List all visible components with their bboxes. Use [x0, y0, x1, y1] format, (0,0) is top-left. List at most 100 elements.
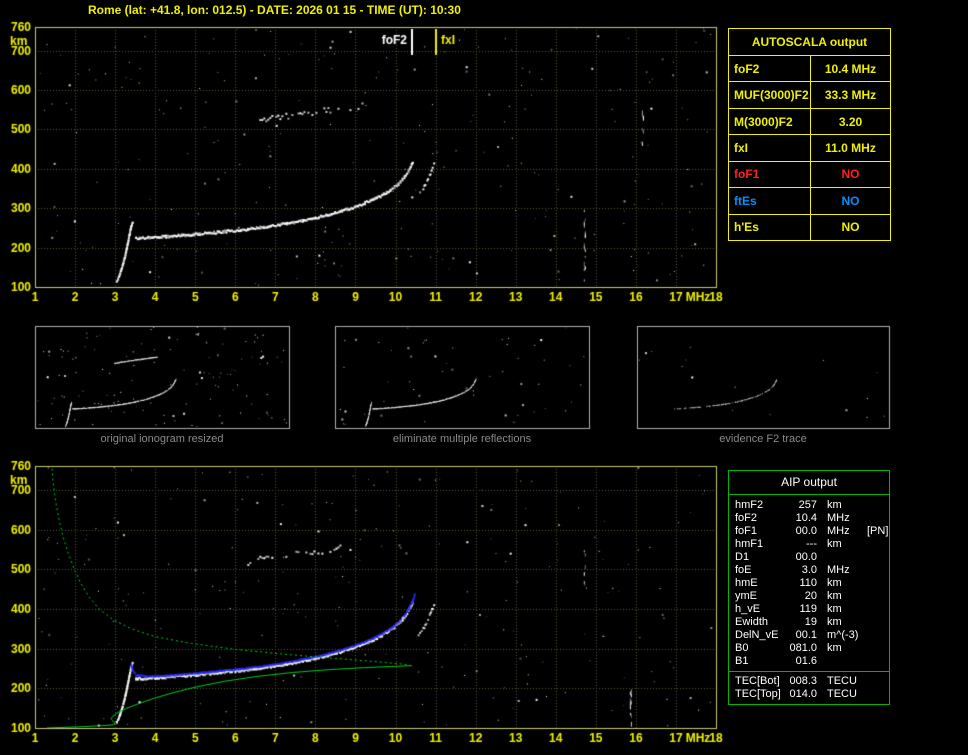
parameter-label: B0: [735, 642, 749, 654]
table-row: foF2 10.4 MHz: [729, 512, 889, 525]
table-row: hmF2 257 km: [729, 499, 889, 512]
parameter-note: [867, 603, 889, 616]
parameter-note: [867, 551, 889, 564]
parameter-value: 33.3 MHz: [824, 88, 877, 103]
parameter-value: NO: [841, 193, 860, 208]
table-row: B0 081.0 km: [729, 642, 889, 655]
parameter-unit: km: [827, 603, 842, 615]
parameter-note: [867, 616, 889, 629]
table-row: B1 01.6: [729, 655, 889, 668]
parameter-label: foF2: [735, 512, 758, 524]
autoscala-screen: { "header": { "title": "Rome (lat: +41.8…: [0, 0, 968, 755]
parameter-label: TEC[Bot]: [735, 675, 780, 687]
parameter-value: 01.6: [795, 655, 817, 667]
table-row: TEC[Top] 014.0 TECU: [729, 688, 889, 701]
parameter-label: DelN_vE: [735, 629, 779, 641]
autoscala-table-title: AUTOSCALA output: [729, 29, 890, 56]
parameter-note: [867, 577, 889, 590]
parameter-value: 10.4 MHz: [824, 61, 877, 76]
parameter-value: 10.4: [795, 512, 817, 524]
thumbnail-caption-original: original ionogram resized: [100, 433, 224, 445]
table-row: h_vE 119 km: [729, 603, 889, 616]
parameter-note: [867, 688, 889, 701]
parameter-unit: MHz: [827, 564, 850, 576]
table-row: foF1 NO: [729, 161, 890, 189]
parameter-value: 3.20: [838, 114, 863, 129]
parameter-note: [867, 512, 889, 525]
parameter-value: NO: [841, 167, 860, 182]
thumbnail-f2-trace-evidence: [637, 326, 889, 428]
parameter-value: 257: [798, 499, 817, 511]
parameter-value: 014.0: [789, 688, 817, 700]
thumbnail-original-ionogram: [35, 326, 289, 428]
parameter-unit: MHz: [827, 525, 850, 537]
table-row: M(3000)F2 3.20: [729, 108, 890, 136]
parameter-unit: TECU: [827, 688, 857, 700]
parameter-label: TEC[Top]: [735, 688, 781, 700]
parameter-unit: km: [827, 616, 842, 628]
table-row: fxI 11.0 MHz: [729, 135, 890, 162]
parameter-label: fxI: [729, 135, 811, 161]
thumbnail-caption-evidence-f2: evidence F2 trace: [719, 433, 807, 445]
parameter-unit: km: [827, 577, 842, 589]
parameter-note: [867, 564, 889, 577]
parameter-value: 119: [799, 603, 817, 615]
bottom-ionogram-profile-plot: [35, 466, 716, 728]
table-row: Ewidth 19 km: [729, 616, 889, 629]
parameter-unit: km: [827, 499, 842, 511]
parameter-label: ymE: [735, 590, 757, 602]
table-row: hmF1 --- km: [729, 538, 889, 551]
aip-output-table: AIP output hmF2 257 km foF2 10.4 MHz foF…: [728, 470, 890, 705]
parameter-note: [867, 590, 889, 603]
parameter-note: [867, 655, 889, 668]
parameter-unit: [817, 655, 867, 668]
parameter-value: 081.0: [789, 642, 817, 654]
parameter-value: 110: [799, 577, 817, 589]
parameter-value: 00.0: [795, 551, 817, 563]
table-row: ftEs NO: [729, 188, 890, 215]
parameter-note: [867, 675, 889, 688]
thumbnail-multiple-reflections-removed: [335, 326, 589, 428]
parameter-label: hmF2: [735, 499, 764, 511]
parameter-label: B1: [735, 655, 749, 667]
table-row: hmE 110 km: [729, 577, 889, 590]
table-row: DelN_vE 00.1 m^(-3): [729, 629, 889, 642]
parameter-label: foF2: [729, 56, 811, 82]
table-row: D1 00.0: [729, 551, 889, 564]
thumbnail-caption-eliminate-reflections: eliminate multiple reflections: [392, 433, 532, 445]
table-row: h'Es NO: [729, 214, 890, 240]
parameter-unit: m^(-3): [827, 629, 859, 641]
page-title: Rome (lat: +41.8, lon: 012.5) - DATE: 20…: [88, 3, 461, 17]
top-ionogram-plot: [35, 27, 716, 287]
parameter-label: hmF1: [735, 538, 764, 550]
parameter-label: h'Es: [729, 214, 811, 240]
parameter-value: 00.1: [795, 629, 817, 641]
table-row: foF2 10.4 MHz: [729, 56, 890, 83]
parameter-value: 008.3: [789, 675, 817, 687]
parameter-value: 19: [804, 616, 817, 628]
parameter-value: 20: [804, 590, 817, 602]
parameter-note: [PN]: [867, 525, 889, 537]
autoscala-table-body: foF2 10.4 MHz MUF(3000)F2 33.3 MHz M(300…: [729, 56, 890, 240]
table-row: foF1 00.0 MHz [PN]: [729, 525, 889, 538]
parameter-unit: MHz: [827, 512, 850, 524]
parameter-label: ftEs: [729, 188, 811, 214]
parameter-label: D1: [735, 551, 750, 563]
parameter-unit: [817, 551, 867, 564]
aip-table-body: hmF2 257 km foF2 10.4 MHz foF1 00.0 MHz …: [729, 495, 889, 671]
parameter-value: 00.0: [795, 525, 817, 537]
parameter-label: M(3000)F2: [729, 108, 811, 135]
parameter-label: h_vE: [735, 603, 761, 615]
parameter-note: [867, 629, 889, 642]
parameter-value: NO: [841, 220, 860, 235]
parameter-value: 11.0 MHz: [825, 140, 876, 155]
parameter-label: foF1: [735, 525, 758, 537]
parameter-unit: km: [827, 590, 842, 602]
parameter-value: 3.0: [801, 564, 817, 576]
parameter-note: [867, 642, 889, 655]
parameter-label: MUF(3000)F2: [729, 82, 811, 108]
parameter-label: hmE: [735, 577, 758, 589]
autoscala-output-table: AUTOSCALA output foF2 10.4 MHz MUF(3000)…: [728, 28, 891, 241]
table-row: MUF(3000)F2 33.3 MHz: [729, 82, 890, 109]
aip-tec-section: TEC[Bot] 008.3 TECU TEC[Top] 014.0 TECU: [729, 671, 889, 704]
